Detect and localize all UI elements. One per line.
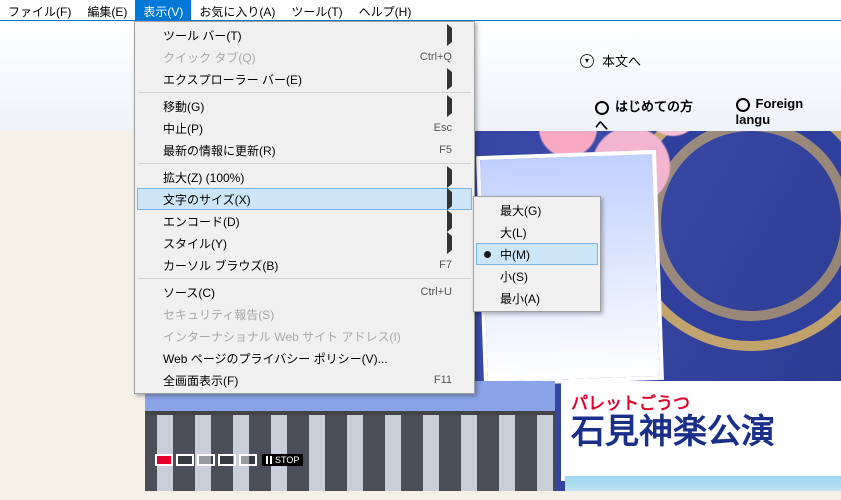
menu-item-shortcut: Ctrl+U bbox=[421, 286, 452, 298]
menu-item-label: ソース(C) bbox=[163, 284, 215, 301]
menu-tools[interactable]: ツール(T) bbox=[283, 0, 350, 20]
radio-selected-icon bbox=[484, 251, 491, 258]
view-menu-dropdown: ツール バー(T) クイック タブ(Q) Ctrl+Q エクスプローラー バー(E) 移… bbox=[134, 21, 475, 394]
link-first-time[interactable]: はじめての方へ bbox=[595, 96, 706, 134]
submenu-arrow-icon bbox=[447, 192, 452, 206]
menubar: ファイル(F) 編集(E) 表示(V) お気に入り(A) ツール(T) ヘルプ(… bbox=[0, 0, 841, 21]
textsize-item-2[interactable]: 中(M) bbox=[476, 243, 598, 265]
menu-item-label: 最新の情報に更新(R) bbox=[163, 142, 276, 159]
menu-item-17[interactable]: Web ページのプライバシー ポリシー(V)... bbox=[137, 347, 472, 369]
submenu-arrow-icon bbox=[447, 72, 452, 86]
submenu-arrow-icon bbox=[447, 28, 452, 42]
carousel-dot-5[interactable] bbox=[239, 454, 257, 466]
carousel-stop-button[interactable]: STOP bbox=[262, 454, 303, 466]
menu-item-16: インターナショナル Web サイト アドレス(I) bbox=[137, 325, 472, 347]
building-image bbox=[145, 381, 555, 491]
menu-item-9[interactable]: 文字のサイズ(X) bbox=[137, 188, 472, 210]
link-foreign[interactable]: Foreign langu bbox=[736, 96, 841, 134]
textsize-item-label: 大(L) bbox=[500, 224, 527, 241]
textsize-item-label: 中(M) bbox=[500, 246, 530, 263]
carousel-controls: STOP bbox=[155, 454, 303, 466]
menu-item-15: セキュリティ報告(S) bbox=[137, 303, 472, 325]
menu-item-label: インターナショナル Web サイト アドレス(I) bbox=[163, 328, 401, 345]
menu-item-shortcut: Esc bbox=[434, 122, 452, 134]
menu-item-6[interactable]: 最新の情報に更新(R) F5 bbox=[137, 139, 472, 161]
carousel-dot-1[interactable] bbox=[155, 454, 173, 466]
text-size-submenu: 最大(G) 大(L) 中(M) 小(S) 最小(A) bbox=[473, 196, 601, 312]
carousel-dot-2[interactable] bbox=[176, 454, 194, 466]
skip-link[interactable]: ▾ 本文へ bbox=[580, 51, 641, 70]
menu-item-10[interactable]: エンコード(D) bbox=[137, 210, 472, 232]
textsize-item-1[interactable]: 大(L) bbox=[476, 221, 598, 243]
menu-item-label: セキュリティ報告(S) bbox=[163, 306, 274, 323]
submenu-arrow-icon bbox=[447, 214, 452, 228]
menu-item-4[interactable]: 移動(G) bbox=[137, 95, 472, 117]
submenu-arrow-icon bbox=[447, 99, 452, 113]
textsize-item-4[interactable]: 最小(A) bbox=[476, 287, 598, 309]
decorative-roofs bbox=[565, 476, 841, 491]
event-banner-title: 石見神楽公演 bbox=[571, 414, 831, 451]
menu-item-label: 移動(G) bbox=[163, 98, 204, 115]
submenu-arrow-icon bbox=[447, 236, 452, 250]
menu-item-label: クイック タブ(Q) bbox=[163, 49, 256, 66]
textsize-item-label: 最大(G) bbox=[500, 202, 541, 219]
textsize-item-3[interactable]: 小(S) bbox=[476, 265, 598, 287]
menu-item-label: エンコード(D) bbox=[163, 213, 240, 230]
menu-item-label: 全画面表示(F) bbox=[163, 372, 238, 389]
menu-item-12[interactable]: カーソル ブラウズ(B) F7 bbox=[137, 254, 472, 276]
menu-file[interactable]: ファイル(F) bbox=[0, 0, 79, 20]
menu-view[interactable]: 表示(V) bbox=[135, 0, 191, 20]
menu-favorites[interactable]: お気に入り(A) bbox=[191, 0, 283, 20]
menu-item-label: 文字のサイズ(X) bbox=[163, 191, 251, 208]
menu-item-11[interactable]: スタイル(Y) bbox=[137, 232, 472, 254]
menu-item-label: 拡大(Z) (100%) bbox=[163, 169, 244, 186]
carousel-stop-label: STOP bbox=[275, 455, 299, 465]
menu-item-label: 中止(P) bbox=[163, 120, 203, 137]
menu-item-label: スタイル(Y) bbox=[163, 235, 227, 252]
menu-item-shortcut: F5 bbox=[439, 144, 452, 156]
menu-item-8[interactable]: 拡大(Z) (100%) bbox=[137, 166, 472, 188]
menu-item-1: クイック タブ(Q) Ctrl+Q bbox=[137, 46, 472, 68]
event-banner[interactable]: パレットごうつ 石見神楽公演 bbox=[561, 381, 841, 481]
menu-item-label: エクスプローラー バー(E) bbox=[163, 71, 302, 88]
menu-edit[interactable]: 編集(E) bbox=[79, 0, 135, 20]
carousel-dot-3[interactable] bbox=[197, 454, 215, 466]
event-banner-subtitle: パレットごうつ bbox=[571, 389, 831, 414]
menu-item-0[interactable]: ツール バー(T) bbox=[137, 24, 472, 46]
pause-icon bbox=[266, 456, 272, 464]
textsize-item-label: 小(S) bbox=[500, 268, 528, 285]
textsize-item-0[interactable]: 最大(G) bbox=[476, 199, 598, 221]
menu-item-shortcut: F11 bbox=[434, 374, 452, 386]
menu-item-14[interactable]: ソース(C) Ctrl+U bbox=[137, 281, 472, 303]
circle-icon bbox=[595, 101, 609, 115]
menu-item-2[interactable]: エクスプローラー バー(E) bbox=[137, 68, 472, 90]
skip-link-label: 本文へ bbox=[602, 51, 641, 70]
menu-item-label: Web ページのプライバシー ポリシー(V)... bbox=[163, 350, 388, 367]
link-first-time-label: はじめての方へ bbox=[595, 99, 693, 133]
menu-item-label: カーソル ブラウズ(B) bbox=[163, 257, 278, 274]
chevron-down-icon: ▾ bbox=[580, 54, 594, 68]
carousel-dot-4[interactable] bbox=[218, 454, 236, 466]
circle-icon bbox=[736, 98, 750, 112]
submenu-arrow-icon bbox=[447, 170, 452, 184]
textsize-item-label: 最小(A) bbox=[500, 290, 540, 307]
menu-item-5[interactable]: 中止(P) Esc bbox=[137, 117, 472, 139]
menu-item-shortcut: F7 bbox=[439, 259, 452, 271]
menu-item-label: ツール バー(T) bbox=[163, 27, 242, 44]
menu-help[interactable]: ヘルプ(H) bbox=[351, 0, 420, 20]
menu-item-18[interactable]: 全画面表示(F) F11 bbox=[137, 369, 472, 391]
menu-item-shortcut: Ctrl+Q bbox=[420, 51, 452, 63]
